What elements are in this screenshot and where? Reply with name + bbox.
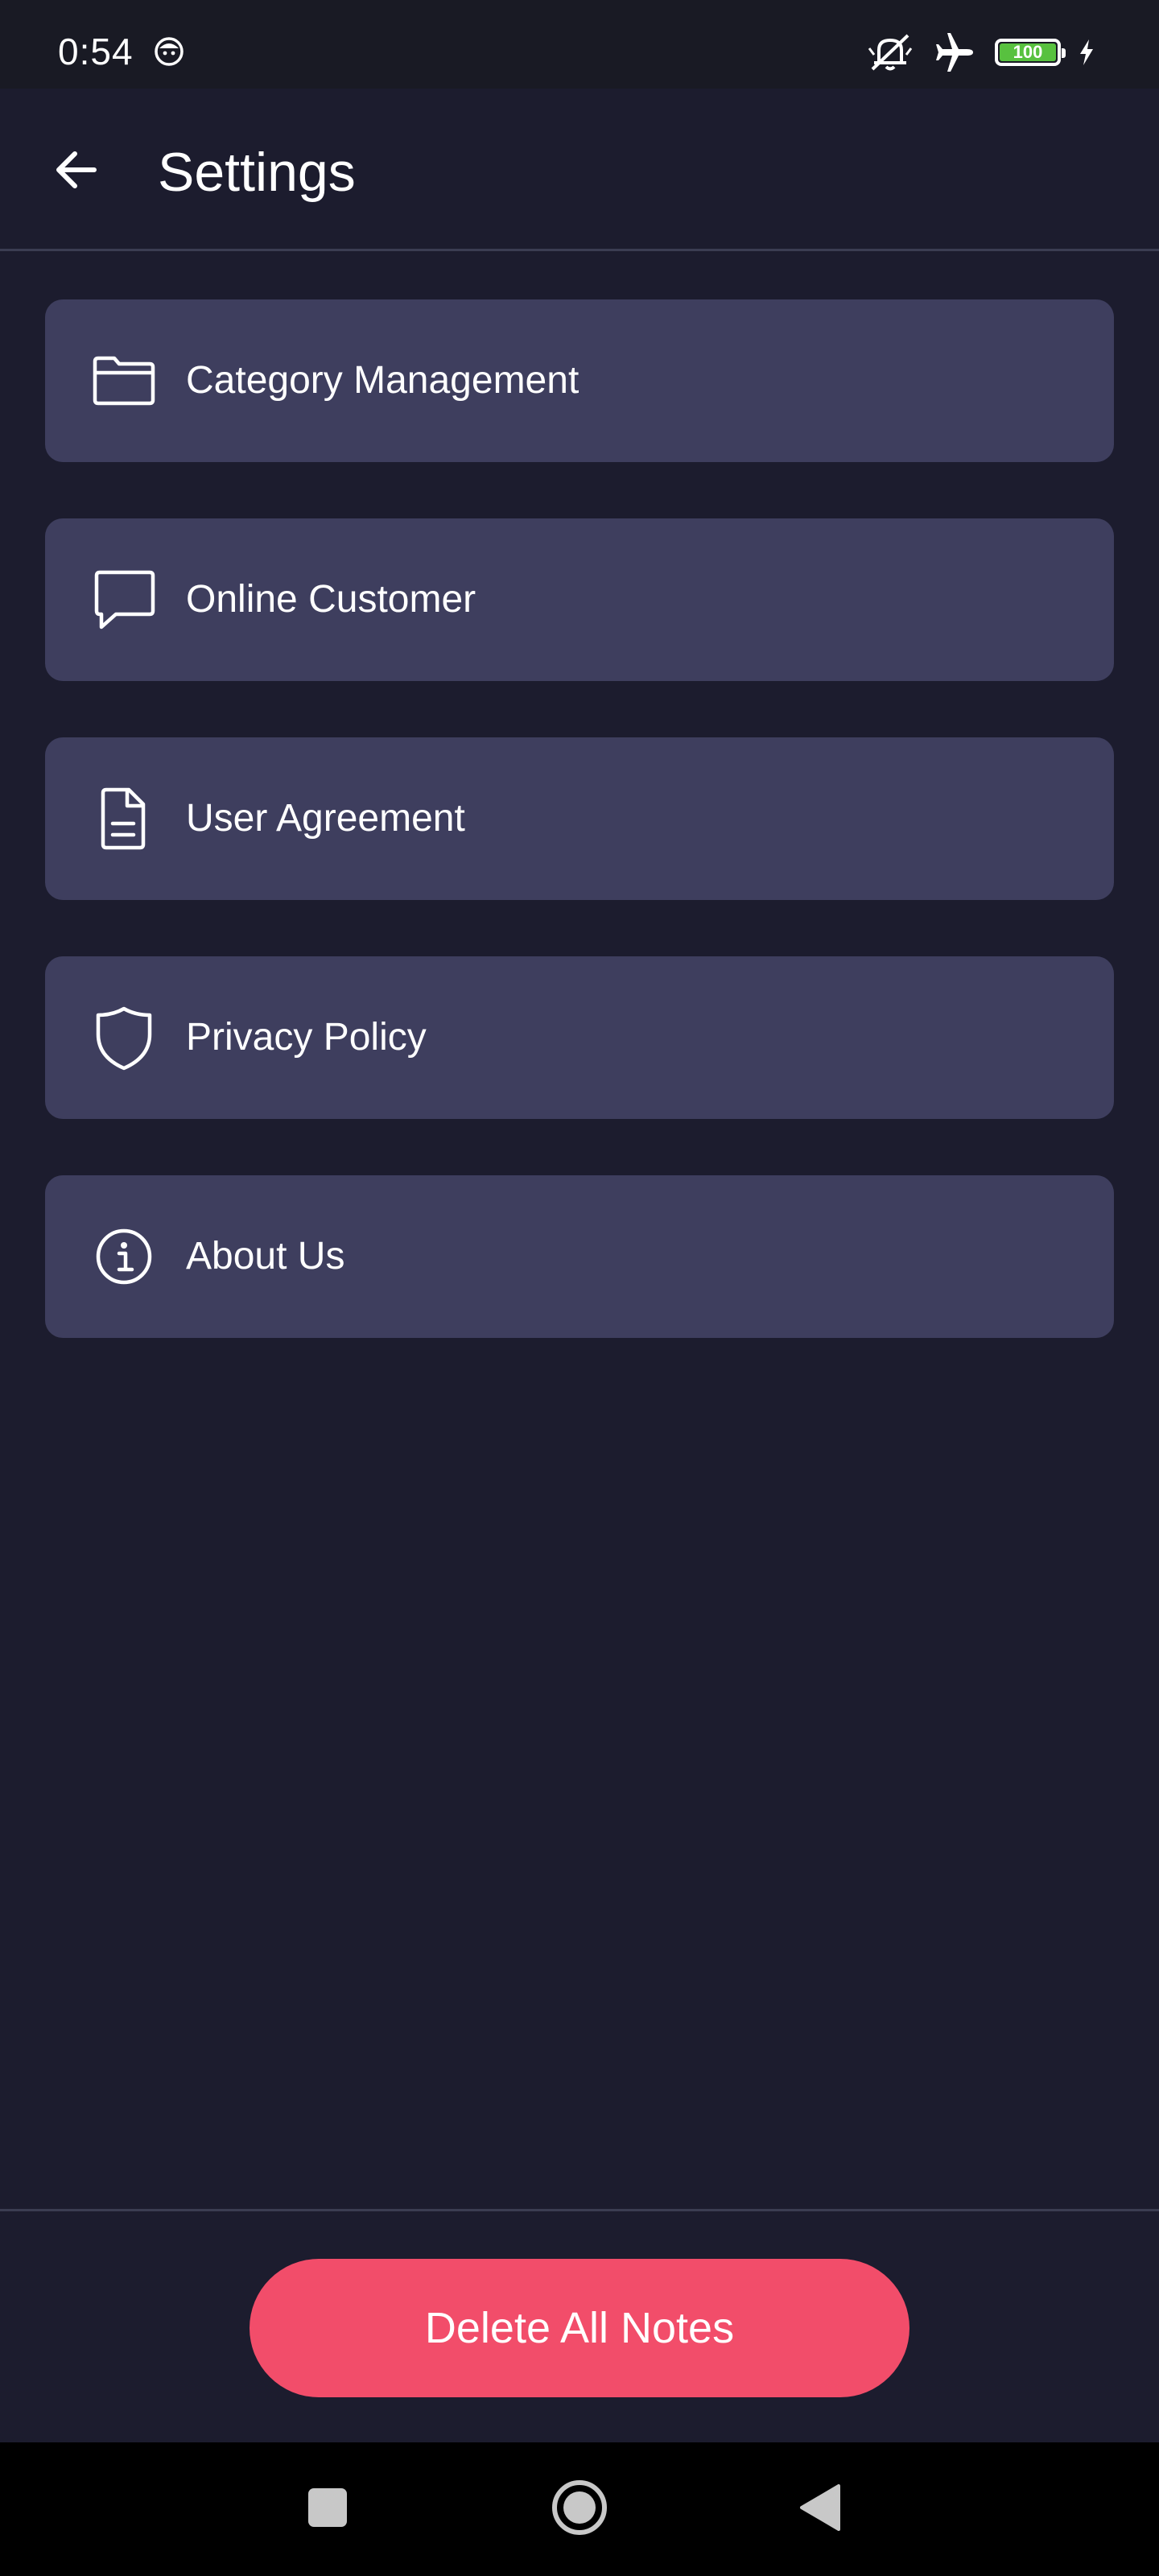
charging-icon bbox=[1079, 39, 1095, 66]
airplane-mode-icon bbox=[932, 31, 977, 74]
settings-item-label: Category Management bbox=[186, 359, 580, 402]
folder-icon bbox=[87, 344, 161, 418]
delete-all-notes-button[interactable]: Delete All Notes bbox=[250, 2259, 909, 2397]
settings-item-label: User Agreement bbox=[186, 797, 465, 840]
back-button[interactable] bbox=[40, 135, 113, 208]
status-icons: 100 bbox=[866, 31, 1095, 74]
settings-list: Category Management Online Customer User… bbox=[45, 299, 1114, 1394]
arrow-left-icon bbox=[51, 144, 102, 200]
home-button[interactable] bbox=[544, 2442, 615, 2576]
settings-item-label: About Us bbox=[186, 1235, 345, 1278]
settings-item-user-agreement[interactable]: User Agreement bbox=[45, 737, 1114, 900]
status-time: 0:54 bbox=[58, 31, 134, 72]
chat-bubble-icon bbox=[87, 563, 161, 637]
settings-item-label: Privacy Policy bbox=[186, 1016, 427, 1059]
settings-item-label: Online Customer bbox=[186, 578, 476, 621]
recent-apps-button[interactable] bbox=[293, 2442, 362, 2576]
notification-face-icon bbox=[153, 35, 185, 68]
system-navigation-bar bbox=[0, 2442, 1159, 2576]
silent-icon bbox=[866, 31, 914, 74]
back-nav-button[interactable] bbox=[792, 2442, 850, 2576]
settings-item-online-customer[interactable]: Online Customer bbox=[45, 518, 1114, 681]
bottom-divider bbox=[0, 2209, 1159, 2211]
battery-icon: 100 bbox=[995, 39, 1066, 66]
status-bar: 0:54 100 bbox=[0, 0, 1159, 89]
page-title: Settings bbox=[158, 142, 356, 203]
document-icon bbox=[87, 782, 161, 856]
settings-item-category-management[interactable]: Category Management bbox=[45, 299, 1114, 462]
recent-apps-icon bbox=[306, 2486, 349, 2533]
app-bar: Settings bbox=[0, 89, 1159, 251]
settings-item-privacy-policy[interactable]: Privacy Policy bbox=[45, 956, 1114, 1119]
home-icon bbox=[550, 2478, 609, 2541]
settings-item-about-us[interactable]: About Us bbox=[45, 1175, 1114, 1338]
info-icon bbox=[87, 1220, 161, 1294]
battery-level: 100 bbox=[1000, 43, 1056, 61]
shield-icon bbox=[87, 1001, 161, 1075]
back-triangle-icon bbox=[797, 2483, 845, 2537]
